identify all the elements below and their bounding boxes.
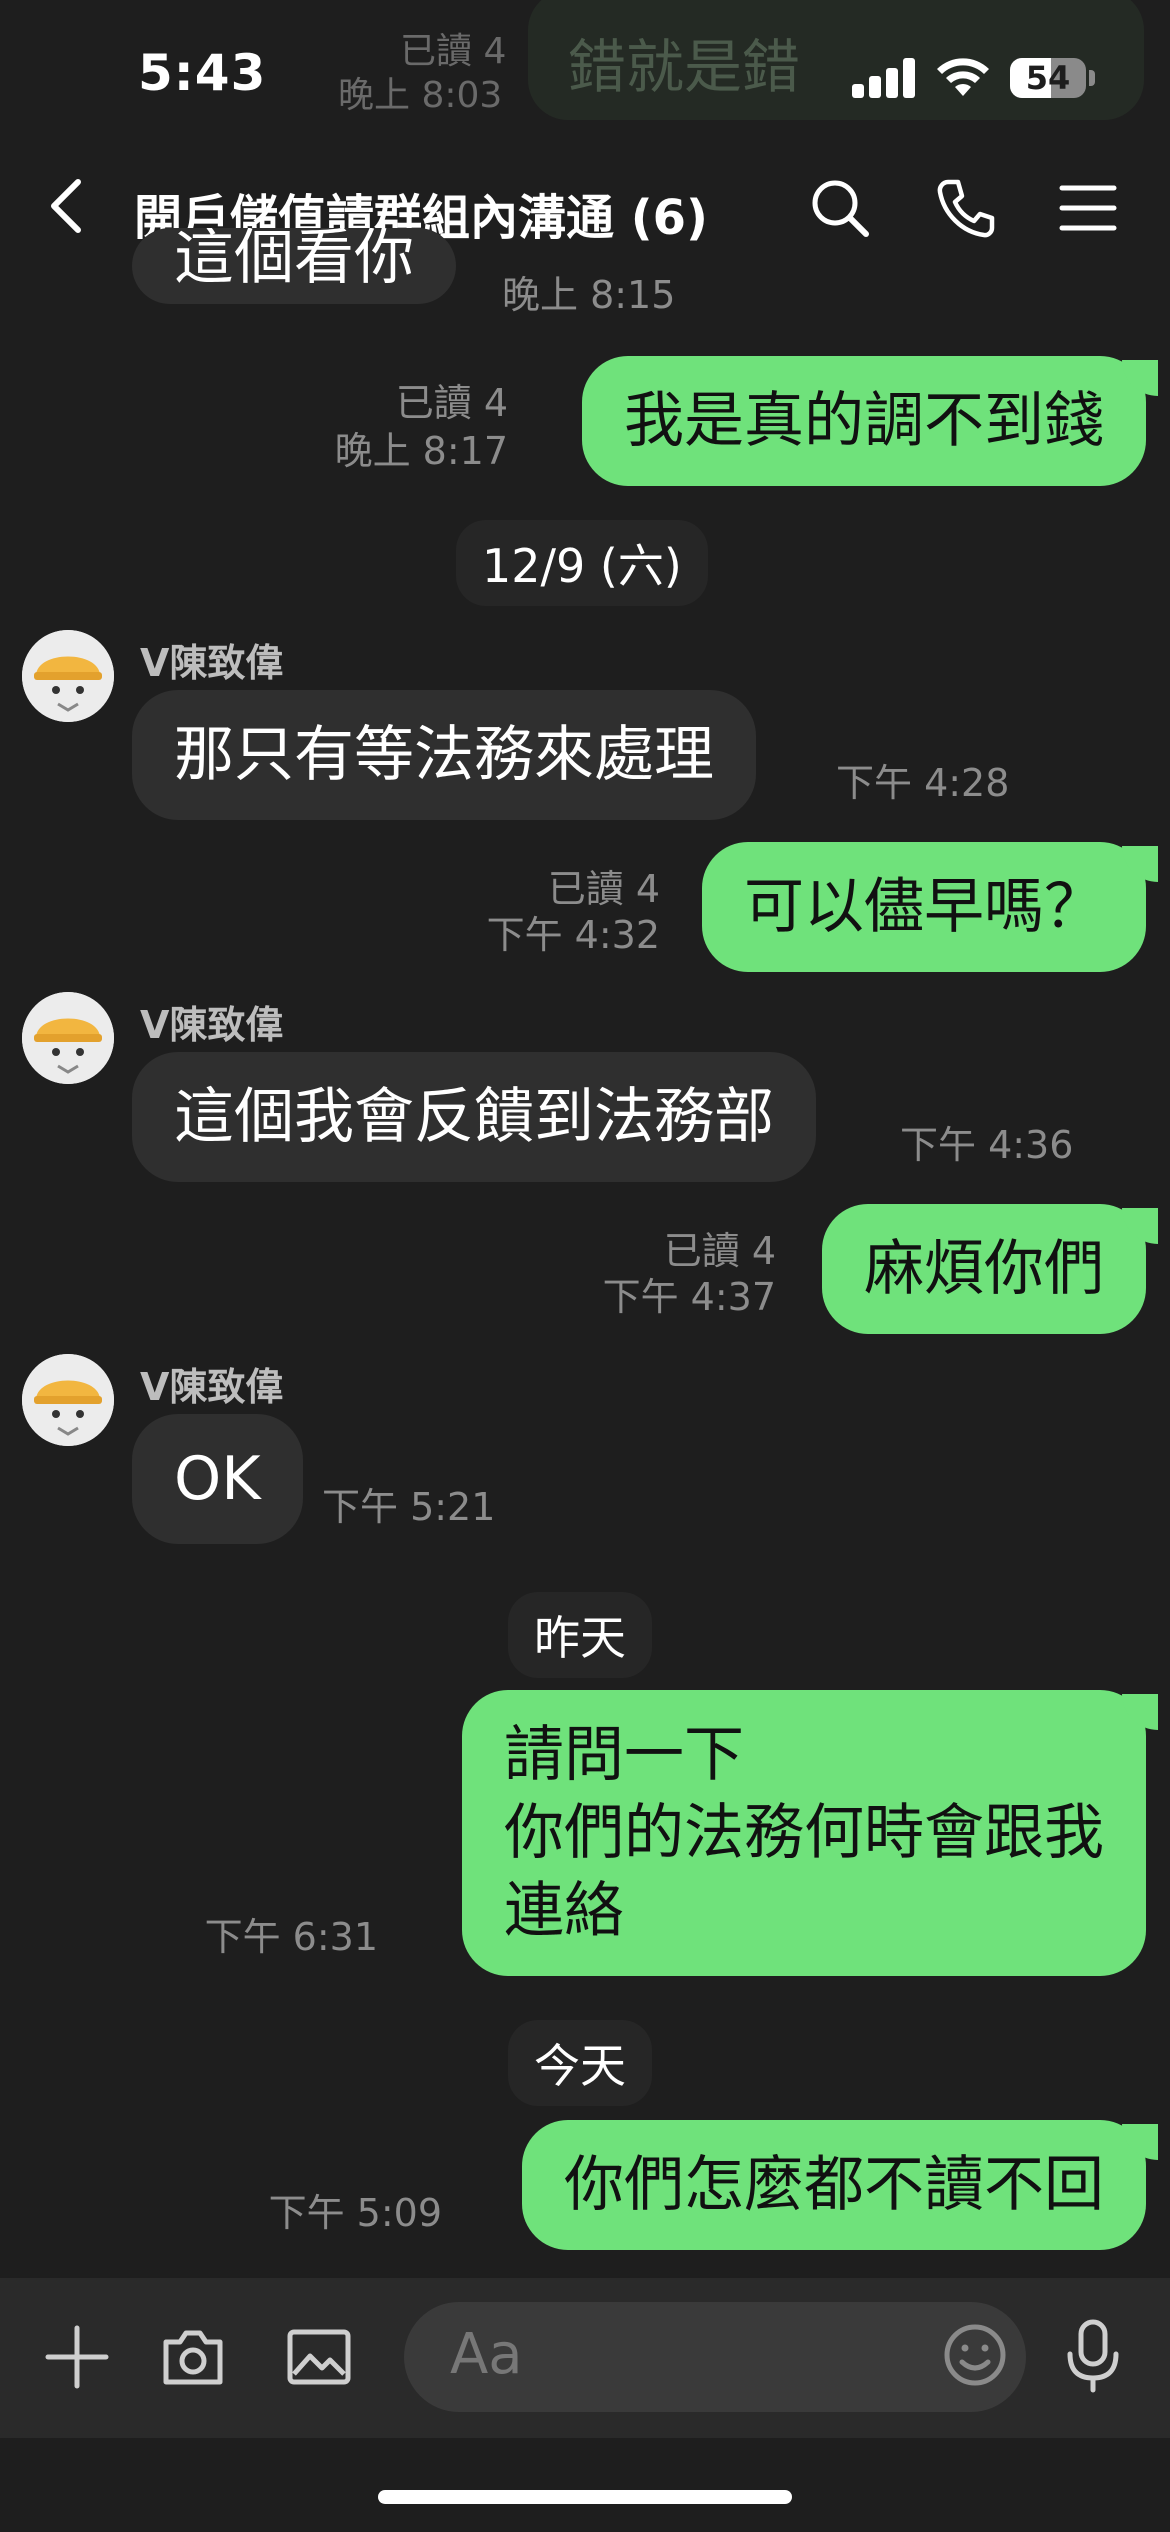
message-text: 這個看你 bbox=[174, 228, 414, 293]
sender-name: V陳致偉 bbox=[140, 641, 284, 685]
message-line: 請問一下 bbox=[504, 1720, 744, 1790]
message-timestamp: 晚上 8:15 bbox=[502, 273, 676, 317]
read-receipt: 已讀 4 bbox=[547, 867, 660, 911]
outgoing-message-bubble[interactable]: 麻煩你們 bbox=[822, 1204, 1146, 1334]
cellular-signal-icon bbox=[852, 58, 916, 98]
microphone-icon[interactable] bbox=[1058, 2316, 1128, 2396]
back-arrow-icon[interactable] bbox=[44, 176, 92, 236]
phone-icon[interactable] bbox=[934, 176, 998, 240]
date-separator: 昨天 bbox=[508, 1592, 652, 1678]
avatar-image bbox=[22, 1354, 114, 1446]
plus-icon[interactable] bbox=[42, 2322, 112, 2392]
wifi-icon bbox=[937, 58, 989, 96]
date-separator: 今天 bbox=[508, 2020, 652, 2106]
outgoing-message-bubble[interactable]: 我是真的調不到錢 bbox=[582, 356, 1146, 486]
message-input-placeholder: Aa bbox=[450, 2322, 523, 2387]
message-text: 我是真的調不到錢 bbox=[624, 386, 1104, 456]
status-time: 5:43 bbox=[138, 44, 267, 102]
message-timestamp: 下午 5:21 bbox=[322, 1485, 496, 1529]
message-timestamp: 下午 4:32 bbox=[486, 913, 660, 957]
battery-tip bbox=[1089, 70, 1095, 86]
read-receipt: 已讀 4 bbox=[395, 381, 508, 425]
message-text: 可以儘早嗎？ bbox=[744, 872, 1104, 942]
sender-avatar[interactable] bbox=[22, 1354, 114, 1446]
date-separator: 12/9 (六) bbox=[456, 520, 708, 606]
message-line: 連絡 bbox=[504, 1876, 624, 1946]
avatar-image bbox=[22, 630, 114, 722]
message-timestamp: 下午 4:28 bbox=[836, 761, 1010, 805]
message-timestamp: 下午 5:09 bbox=[268, 2191, 442, 2235]
message-timestamp: 下午 4:37 bbox=[602, 1275, 776, 1319]
sender-avatar[interactable] bbox=[22, 630, 114, 722]
sender-name: V陳致偉 bbox=[140, 1003, 284, 1047]
menu-icon[interactable] bbox=[1056, 176, 1120, 240]
read-receipt: 已讀 4 bbox=[663, 1229, 776, 1273]
message-timestamp: 下午 6:31 bbox=[204, 1915, 378, 1959]
outgoing-message-bubble[interactable]: 請問一下 你們的法務何時會跟我 連絡 bbox=[462, 1690, 1146, 1976]
incoming-message-bubble[interactable]: OK bbox=[132, 1414, 303, 1544]
battery-percentage: 54 bbox=[1025, 59, 1071, 97]
message-text: 那只有等法務來處理 bbox=[174, 720, 714, 790]
image-icon[interactable] bbox=[284, 2322, 354, 2392]
message-text: OK bbox=[174, 1444, 261, 1514]
message-text: 這個我會反饋到法務部 bbox=[174, 1082, 774, 1152]
background-timestamp: 晚上 8:03 bbox=[338, 75, 503, 116]
home-indicator[interactable] bbox=[378, 2490, 792, 2504]
camera-icon[interactable] bbox=[158, 2322, 228, 2392]
message-line: 你們的法務何時會跟我 bbox=[504, 1798, 1104, 1868]
avatar-image bbox=[22, 992, 114, 1084]
search-icon[interactable] bbox=[808, 176, 872, 240]
outgoing-message-bubble[interactable]: 可以儘早嗎？ bbox=[702, 842, 1146, 972]
message-timestamp: 下午 4:36 bbox=[900, 1123, 1074, 1167]
outgoing-message-bubble[interactable]: 你們怎麼都不讀不回 bbox=[522, 2120, 1146, 2250]
sender-name: V陳致偉 bbox=[140, 1365, 284, 1409]
incoming-message-bubble[interactable]: 這個我會反饋到法務部 bbox=[132, 1052, 816, 1182]
incoming-message-bubble[interactable]: 這個看你 bbox=[132, 228, 456, 304]
battery-icon: 54 bbox=[1010, 58, 1086, 98]
message-timestamp: 晚上 8:17 bbox=[334, 429, 508, 473]
message-text: 麻煩你們 bbox=[864, 1234, 1104, 1304]
background-message-text: 錯就是錯 bbox=[568, 33, 801, 101]
incoming-message-bubble[interactable]: 那只有等法務來處理 bbox=[132, 690, 756, 820]
sender-avatar[interactable] bbox=[22, 992, 114, 1084]
emoji-icon[interactable] bbox=[940, 2320, 1010, 2390]
message-text: 你們怎麼都不讀不回 bbox=[564, 2150, 1104, 2220]
